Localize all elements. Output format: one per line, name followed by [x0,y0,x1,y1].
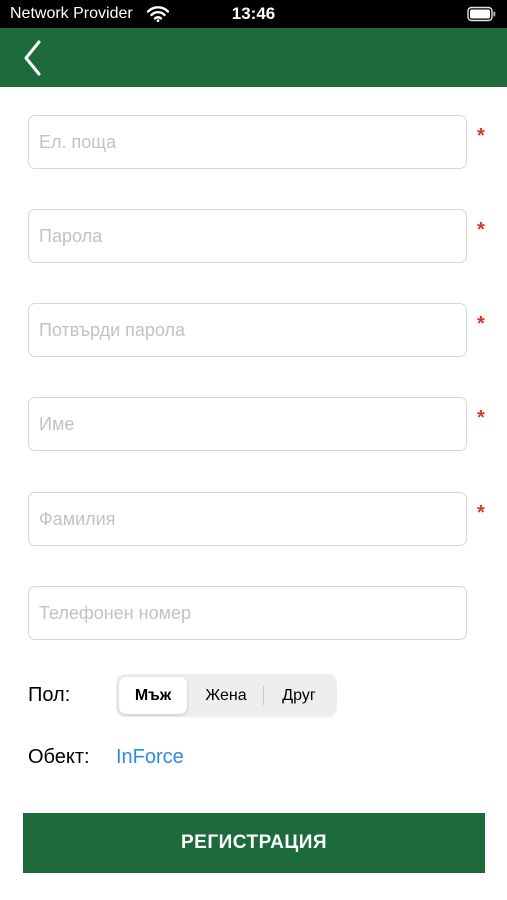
chevron-left-icon [24,40,41,76]
gender-option-female[interactable]: Жена [190,677,262,714]
back-button[interactable] [14,36,54,80]
email-field[interactable] [28,115,467,169]
required-marker: * [477,407,485,429]
confirm-password-row: * [28,303,485,357]
required-marker: * [477,219,485,241]
status-time: 13:46 [231,4,276,23]
required-marker: * [477,313,485,335]
object-label: Обект: [28,746,90,768]
gender-segmented-control: Мъж Жена Друг [116,674,337,717]
last-name-row: * [28,492,485,546]
gender-option-male[interactable]: Мъж [119,677,187,714]
gender-option-other[interactable]: Друг [264,677,334,714]
phone-row [28,586,467,640]
required-marker: * [477,125,485,147]
object-link[interactable]: InForce [116,744,184,770]
password-row: * [28,209,485,263]
status-bar: Network Provider 13:46 [0,0,507,28]
password-field[interactable] [28,209,467,263]
battery-icon [467,6,496,22]
email-row: * [28,115,485,169]
navigation-bar [0,28,507,87]
phone-field[interactable] [28,586,467,640]
first-name-field[interactable] [28,397,467,451]
required-marker: * [477,502,485,524]
first-name-row: * [28,397,485,451]
register-button[interactable]: РЕГИСТРАЦИЯ [23,813,485,873]
gender-label: Пол: [28,684,71,706]
last-name-field[interactable] [28,492,467,546]
confirm-password-field[interactable] [28,303,467,357]
